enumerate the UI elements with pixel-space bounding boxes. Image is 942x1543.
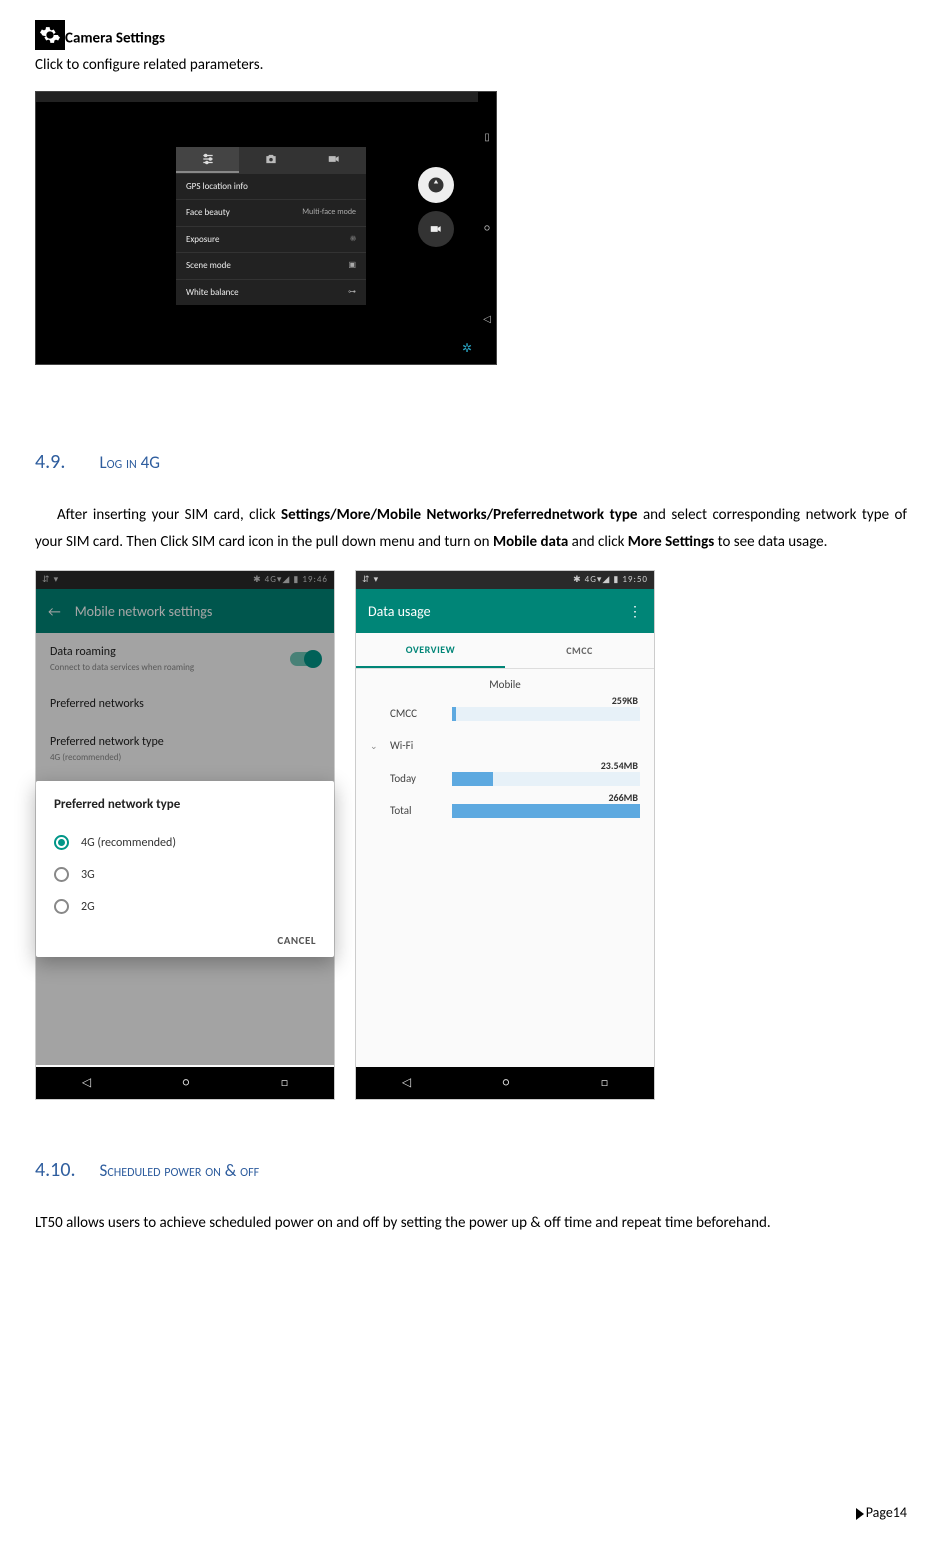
mobile-network-screenshot: ⇵ ▾ ✱ 4G▾◢ ▮ 19:46 ← Mobile network sett… <box>35 570 335 1100</box>
android-navbar: ▯ ○ ◁ <box>478 92 496 364</box>
scene-icon: ▣ <box>348 259 356 273</box>
radio-4g[interactable]: 4G (recommended) <box>54 827 316 859</box>
nav-recent-icon[interactable]: □ <box>601 1074 608 1092</box>
nav-home-icon[interactable]: ○ <box>484 220 490 235</box>
video-icon[interactable] <box>303 147 366 173</box>
triangle-icon <box>856 1508 864 1520</box>
exposure-icon: ☀ <box>350 233 356 247</box>
network-type-dialog: Preferred network type 4G (recommended) … <box>36 781 334 957</box>
nav-home-icon[interactable]: ○ <box>503 1074 510 1092</box>
setting-scenemode[interactable]: Scene mode▣ <box>176 252 366 279</box>
camera-settings-screenshot: GPS location info Face beautyMulti-face … <box>35 91 497 365</box>
section-4-9-body: After inserting your SIM card, click Set… <box>35 502 907 556</box>
screen-header: Data usage ⋮ <box>356 589 654 633</box>
wb-icon: ⊶ <box>348 286 356 300</box>
usage-row-cmcc: CMCC 259KB <box>356 698 654 731</box>
nav-back-icon[interactable]: ◁ <box>82 1074 91 1092</box>
radio-icon <box>54 867 69 882</box>
cancel-button[interactable]: CANCEL <box>54 933 316 950</box>
radio-3g[interactable]: 3G <box>54 859 316 891</box>
chevron-down-icon[interactable]: ⌄ <box>370 740 380 754</box>
section-4-10-heading: 4.10. Scheduled power on & off <box>35 1155 907 1185</box>
usage-row-total: Total 266MB <box>356 795 654 828</box>
nav-home-icon[interactable]: ○ <box>183 1074 190 1092</box>
camera-gear-icon <box>35 20 65 50</box>
dialog-title: Preferred network type <box>54 795 316 815</box>
tab-cmcc[interactable]: CMCC <box>505 633 654 668</box>
data-usage-screenshot: ⇵ ▾ ✱ 4G▾◢ ▮ 19:50 Data usage ⋮ OVERVIEW… <box>355 570 655 1100</box>
gear-icon[interactable]: ✲ <box>462 340 472 358</box>
usage-bar-fill <box>452 707 456 721</box>
status-bar: ⇵ ▾ ✱ 4G▾◢ ▮ 19:50 <box>356 571 654 589</box>
usage-bar-fill <box>452 772 493 786</box>
section-4-10-body: LT50 allows users to achieve scheduled p… <box>35 1210 907 1237</box>
android-navbar: ◁ ○ □ <box>356 1067 654 1099</box>
android-statusbar <box>36 92 478 102</box>
nav-recent-icon[interactable]: □ <box>281 1074 288 1092</box>
setting-exposure[interactable]: Exposure☀ <box>176 226 366 253</box>
radio-2g[interactable]: 2G <box>54 891 316 923</box>
radio-icon <box>54 899 69 914</box>
sliders-icon[interactable] <box>176 147 239 173</box>
camera-settings-panel: GPS location info Face beautyMulti-face … <box>176 147 366 306</box>
camera-settings-title: Camera Settings <box>65 30 165 48</box>
nav-back-icon[interactable]: ◁ <box>402 1074 411 1092</box>
tab-overview[interactable]: OVERVIEW <box>356 633 505 668</box>
setting-facebeauty[interactable]: Face beautyMulti-face mode <box>176 199 366 226</box>
overflow-icon[interactable]: ⋮ <box>628 601 642 622</box>
page-footer: Page14 <box>856 1502 907 1523</box>
data-usage-subheading: Mobile <box>356 669 654 698</box>
nav-menu-icon[interactable]: ▯ <box>484 129 490 144</box>
camera-settings-heading: Camera Settings <box>35 20 907 50</box>
android-navbar: ◁ ○ □ <box>36 1067 334 1099</box>
setting-gps[interactable]: GPS location info <box>176 173 366 200</box>
camera-icon[interactable] <box>239 147 302 173</box>
nav-back-icon[interactable]: ◁ <box>483 311 491 326</box>
record-button[interactable] <box>418 211 454 247</box>
camera-settings-desc: Click to configure related parameters. <box>35 54 907 77</box>
radio-selected-icon <box>54 835 69 850</box>
usage-bar-fill <box>452 804 640 818</box>
setting-whitebalance[interactable]: White balance⊶ <box>176 279 366 306</box>
section-4-9-heading: 4.9. Log in 4G <box>35 447 907 477</box>
shutter-button[interactable] <box>418 167 454 203</box>
